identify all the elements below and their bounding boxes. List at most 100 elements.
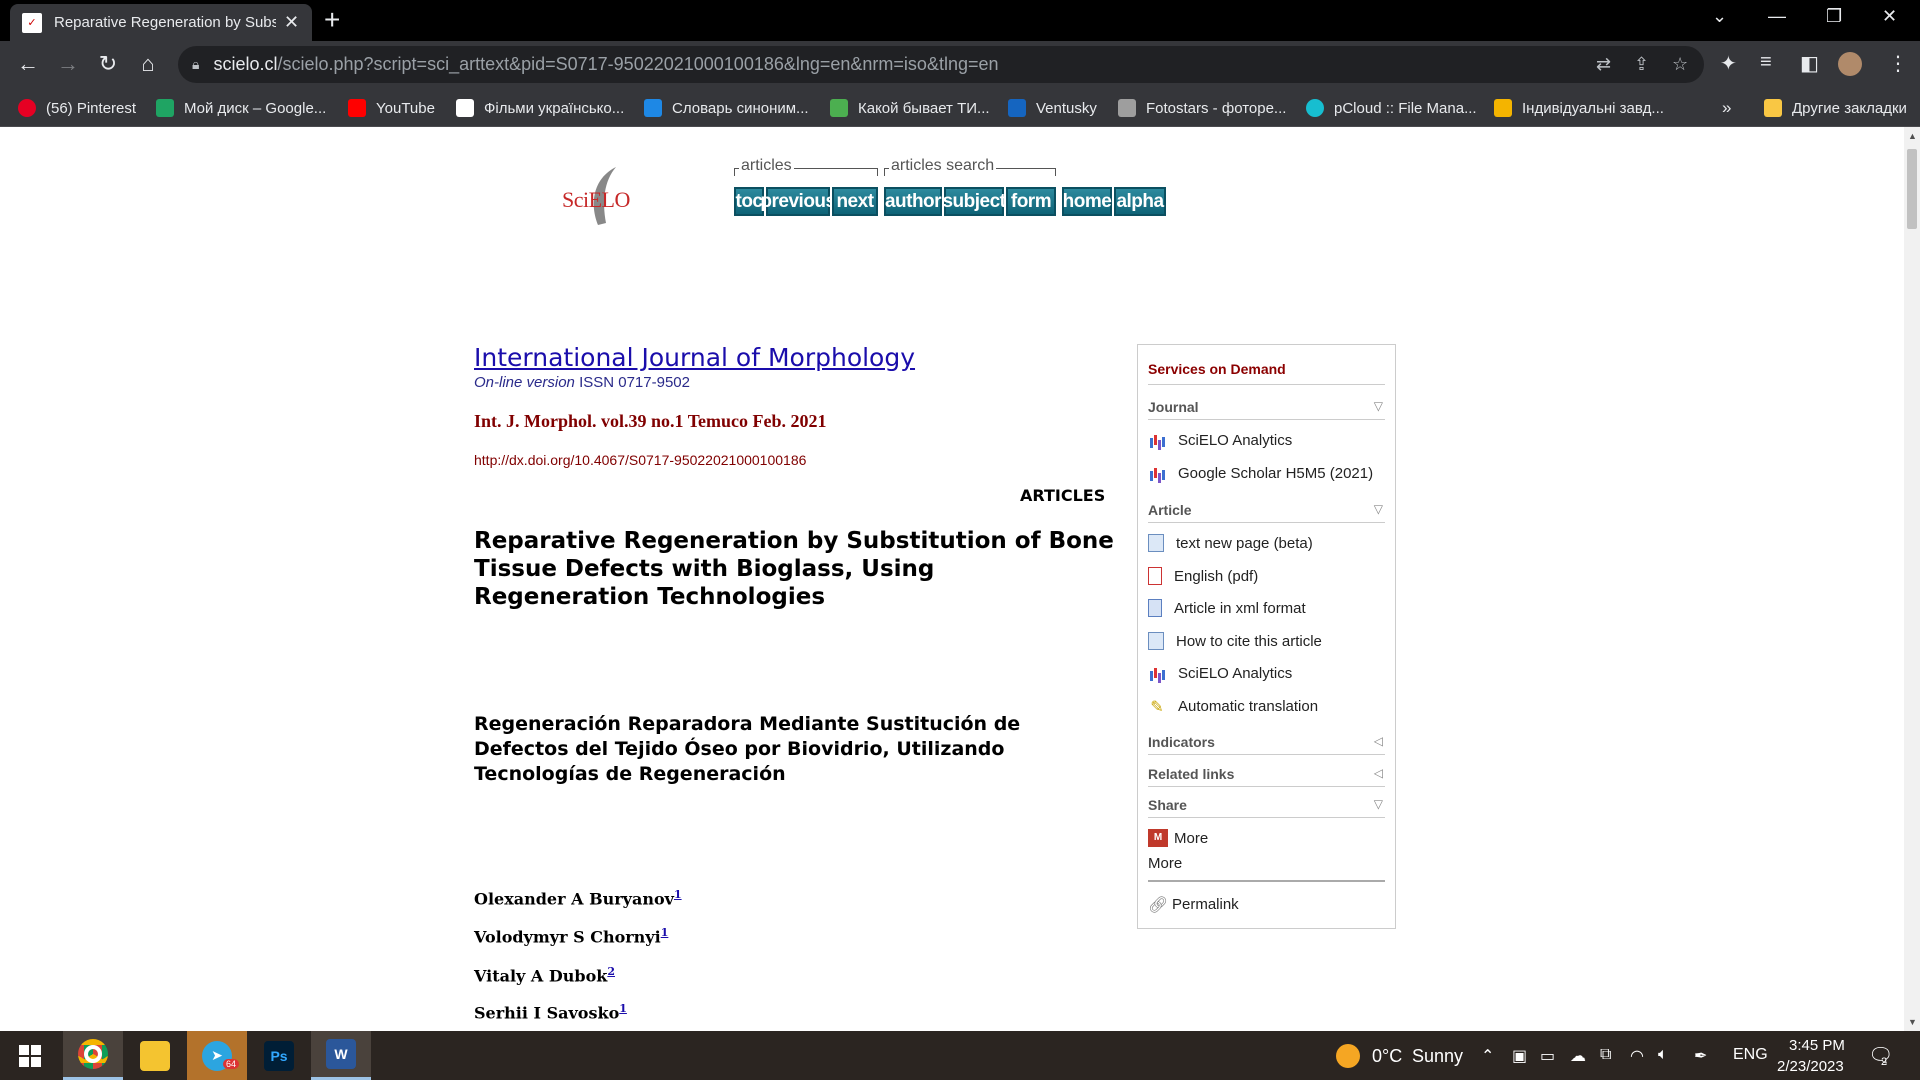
bookmark-fotostars[interactable]: Fotostars - фоторе... [1118, 97, 1286, 119]
google-drive-icon [156, 99, 174, 117]
doi-link[interactable]: http://dx.doi.org/10.4067/S0717-95022021… [474, 452, 806, 468]
side-panel-icon[interactable]: ◧ [1800, 51, 1819, 76]
scielo-logo[interactable]: SciELO [560, 161, 640, 231]
address-bar[interactable]: 🔒︎ scielo.cl/scielo.php?script=sci_artte… [178, 46, 1704, 83]
text-new-page-link[interactable]: text new page (beta) [1148, 534, 1313, 552]
affiliation-link[interactable]: 1 [674, 888, 682, 901]
permalink-link[interactable]: 🔗︎ Permalink [1148, 895, 1239, 915]
bookmarks-overflow-icon[interactable]: » [1722, 97, 1731, 119]
wifi-icon[interactable]: ◠ [1630, 1046, 1644, 1066]
affiliation-link[interactable]: 1 [619, 1002, 627, 1015]
profile-avatar[interactable] [1838, 52, 1862, 76]
share-mendeley-link[interactable]: M More [1148, 829, 1208, 847]
subject-search-button[interactable]: subject [942, 187, 1006, 216]
tab-close-icon[interactable]: ✕ [284, 12, 299, 33]
scroll-up-icon[interactable]: ▲ [1908, 131, 1917, 141]
bookmark-label: Fotostars - фоторе... [1146, 99, 1287, 117]
bookmark-pcloud[interactable]: pCloud :: File Mana... [1306, 97, 1477, 119]
taskbar-file-explorer[interactable] [125, 1031, 185, 1080]
restore-icon[interactable]: ❐ [1826, 6, 1842, 27]
automatic-translation-link[interactable]: ✎ Automatic translation [1148, 697, 1319, 717]
lock-icon[interactable]: 🔒︎ [192, 56, 199, 73]
browser-tab-active[interactable]: ✓ Reparative Regeneration by Subs ✕ [10, 4, 312, 41]
bookmark-ti[interactable]: Какой бывает ТИ... [830, 97, 990, 119]
bookmark-pinterest[interactable]: (56) Pinterest [18, 97, 136, 119]
home-icon[interactable]: ⌂ [134, 51, 162, 77]
taskbar-photoshop[interactable]: Ps [249, 1031, 309, 1080]
forward-icon[interactable]: → [54, 51, 82, 77]
url-path: /scielo.php?script=sci_arttext&pid=S0717… [277, 54, 999, 74]
bookmark-assignments[interactable]: Індивідуальні завд... [1494, 97, 1664, 119]
volume-icon[interactable]: 🔈︎ [1658, 1046, 1668, 1064]
scrollbar-thumb[interactable] [1907, 149, 1917, 229]
chrome-menu-icon[interactable]: ⋮ [1888, 51, 1908, 76]
related-links-section-toggle[interactable]: Related links ◁ [1148, 766, 1385, 782]
taskbar-telegram[interactable]: ➤ 64 [187, 1031, 247, 1080]
journal-title-link[interactable]: International Journal of Morphology [474, 343, 915, 372]
services-title: Services on Demand [1148, 361, 1286, 377]
weather-condition[interactable]: Sunny [1412, 1046, 1463, 1067]
back-icon[interactable]: ← [14, 51, 42, 77]
previous-button[interactable]: previous [760, 187, 836, 216]
item-label: Automatic translation [1178, 697, 1319, 715]
article-xml-link[interactable]: Article in xml format [1148, 599, 1306, 617]
item-label: English (pdf) [1174, 567, 1259, 585]
article-scielo-analytics-link[interactable]: SciELO Analytics [1148, 664, 1292, 682]
close-window-icon[interactable]: ✕ [1882, 6, 1897, 27]
google-scholar-link[interactable]: Google Scholar H5M5 (2021) [1148, 464, 1373, 482]
meet-now-icon[interactable]: ▣ [1512, 1046, 1527, 1066]
input-language[interactable]: ENG [1733, 1046, 1768, 1064]
divider [1148, 419, 1385, 420]
indicators-section-toggle[interactable]: Indicators ◁ [1148, 734, 1385, 750]
clock-time[interactable]: 3:45 PM [1789, 1037, 1845, 1054]
extensions-icon[interactable]: ✦ [1720, 51, 1737, 76]
journal-scielo-analytics-link[interactable]: SciELO Analytics [1148, 431, 1292, 449]
article-section-toggle[interactable]: Article ▽ [1148, 502, 1385, 518]
english-pdf-link[interactable]: English (pdf) [1148, 567, 1258, 585]
affiliation-link[interactable]: 2 [607, 965, 615, 978]
share-section-toggle[interactable]: Share ▽ [1148, 797, 1385, 813]
bookmark-star-icon[interactable]: ☆ [1672, 54, 1688, 75]
minimize-icon[interactable]: — [1768, 6, 1786, 27]
alpha-button[interactable]: alpha [1114, 187, 1166, 216]
form-search-button[interactable]: form [1006, 187, 1056, 216]
bookmark-films[interactable]: Фільми українсько... [456, 97, 624, 119]
display-icon[interactable]: ⧉ [1600, 1046, 1611, 1064]
weather-sun-icon[interactable] [1336, 1044, 1360, 1073]
show-hidden-icons-chevron-icon[interactable]: ⌃ [1481, 1046, 1494, 1066]
other-bookmarks[interactable]: Другие закладки [1764, 97, 1907, 119]
bookmark-ventusky[interactable]: Ventusky [1008, 97, 1097, 119]
clock-date[interactable]: 2/23/2023 [1777, 1058, 1844, 1075]
reload-icon[interactable]: ↻ [94, 51, 122, 77]
author-2: Volodymyr S Chornyi1 [474, 926, 668, 946]
bookmark-youtube[interactable]: YouTube [348, 97, 435, 119]
taskbar-word[interactable]: W [311, 1031, 371, 1080]
author-search-button[interactable]: author [884, 187, 942, 216]
share-icon[interactable]: ⇪ [1634, 54, 1649, 75]
media-control-icon[interactable]: ≡ [1760, 51, 1772, 74]
issn-prefix: On-line version [474, 374, 575, 391]
url-host: scielo.cl [213, 54, 278, 74]
onedrive-cloud-icon[interactable]: ☁ [1570, 1046, 1586, 1066]
weather-temp[interactable]: 0°C [1372, 1046, 1402, 1067]
pen-icon[interactable]: ✒ [1694, 1046, 1707, 1066]
taskbar-chrome[interactable] [63, 1031, 123, 1080]
word-icon: W [326, 1039, 356, 1069]
how-to-cite-link[interactable]: How to cite this article [1148, 632, 1322, 650]
bar-chart-icon [1148, 664, 1166, 682]
translate-icon[interactable]: ⇄ [1596, 54, 1611, 75]
next-button[interactable]: next [832, 187, 878, 216]
battery-icon[interactable]: ▭ [1540, 1046, 1555, 1066]
photoshop-icon: Ps [264, 1040, 294, 1071]
journal-section-toggle[interactable]: Journal ▽ [1148, 399, 1385, 415]
tab-search-chevron-icon[interactable]: ⌄ [1712, 6, 1727, 27]
bookmark-synonyms[interactable]: Словарь синоним... [644, 97, 809, 119]
bookmark-google-drive[interactable]: Мой диск – Google... [156, 97, 326, 119]
new-tab-icon[interactable]: + [324, 6, 340, 34]
page-scrollbar[interactable]: ▲ ▼ [1904, 127, 1920, 1031]
home-button[interactable]: home [1062, 187, 1112, 216]
affiliation-link[interactable]: 1 [661, 926, 669, 939]
share-more-link[interactable]: More [1148, 855, 1182, 872]
start-button[interactable] [0, 1031, 60, 1080]
scroll-down-icon[interactable]: ▼ [1908, 1017, 1917, 1027]
